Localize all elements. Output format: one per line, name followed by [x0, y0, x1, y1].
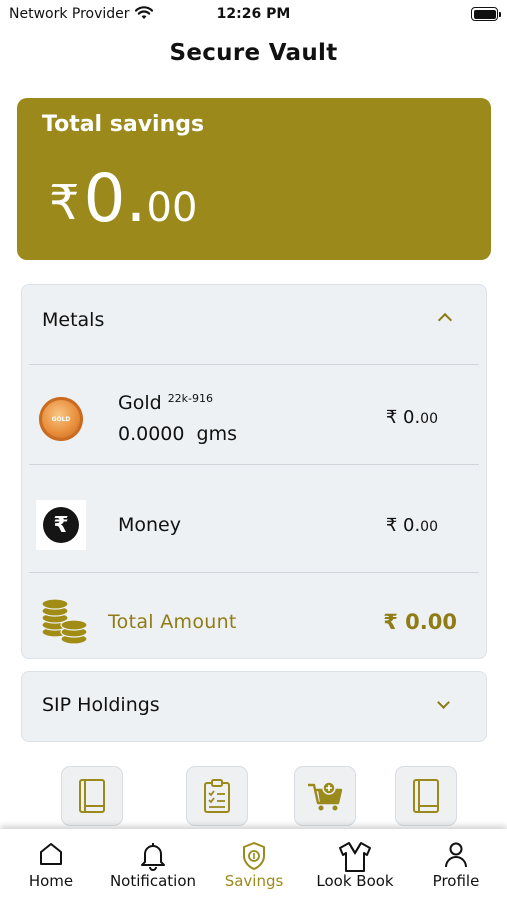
- currency-symbol: ₹: [49, 175, 80, 231]
- book-icon: [79, 779, 105, 813]
- total-savings-card: Total savings ₹0.00: [17, 98, 491, 260]
- quick-action-book-button[interactable]: [61, 766, 123, 826]
- gold-purity: 22k-916: [167, 392, 214, 405]
- home-icon: [40, 843, 62, 865]
- nav-label-notification: Notification: [109, 872, 197, 890]
- bottom-nav: Home Notification Savings Look Book Prof…: [0, 829, 507, 900]
- quick-action-clipboard-button[interactable]: [186, 766, 248, 826]
- nav-label-savings: Savings: [224, 872, 284, 890]
- shirt-icon: [339, 842, 371, 872]
- savings-badge-icon: [243, 842, 265, 870]
- nav-item-home[interactable]: Home: [18, 829, 84, 900]
- total-savings-amount: ₹0.00: [49, 160, 197, 237]
- savings-amount-integer: 0.: [83, 160, 147, 237]
- gold-value: ₹ 0.00: [385, 407, 438, 428]
- page-title: Secure Vault: [169, 40, 338, 66]
- sip-holdings-title: SIP Holdings: [42, 694, 160, 716]
- nav-label-profile: Profile: [432, 872, 480, 890]
- divider: [29, 464, 479, 465]
- divider: [29, 364, 479, 365]
- metals-title: Metals: [42, 309, 105, 331]
- book-icon: [413, 779, 439, 813]
- status-bar: Network Provider 12:26 PM: [0, 0, 507, 30]
- savings-amount-decimal: 00: [146, 185, 198, 231]
- status-time: 12:26 PM: [216, 6, 291, 22]
- gold-name: Gold 22k-916: [118, 392, 214, 414]
- chevron-down-icon[interactable]: [437, 696, 450, 709]
- coins-stack-icon: [41, 598, 88, 645]
- quick-action-cart-button[interactable]: [294, 766, 356, 826]
- battery-icon: [471, 7, 501, 21]
- metals-panel: Metals GOLD Gold 22k-916 0.0000 gms ₹ 0.0…: [21, 284, 487, 659]
- gold-quantity: 0.0000 gms: [118, 423, 237, 445]
- clipboard-checklist-icon: [204, 779, 230, 813]
- person-icon: [445, 842, 467, 868]
- cart-add-icon: [308, 781, 343, 811]
- money-icon: ₹: [36, 500, 86, 550]
- nav-item-profile[interactable]: Profile: [424, 829, 488, 900]
- nav-item-savings[interactable]: Savings: [219, 829, 289, 900]
- rupee-icon: ₹: [43, 507, 79, 543]
- nav-label-home: Home: [28, 872, 74, 890]
- quick-action-book-button-2[interactable]: [395, 766, 457, 826]
- money-name: Money: [118, 514, 181, 536]
- nav-label-look-book: Look Book: [316, 872, 394, 890]
- total-savings-label: Total savings: [42, 112, 205, 137]
- nav-item-look-book[interactable]: Look Book: [310, 829, 400, 900]
- total-amount-label: Total Amount: [108, 611, 237, 633]
- money-value: ₹ 0.00: [385, 515, 438, 536]
- sip-holdings-panel[interactable]: SIP Holdings: [21, 671, 487, 742]
- total-amount-value: ₹ 0.00: [383, 610, 457, 634]
- bell-icon: [141, 843, 165, 871]
- gold-coin-icon: GOLD: [39, 397, 83, 441]
- chevron-up-icon[interactable]: [437, 312, 453, 328]
- divider: [29, 572, 479, 573]
- nav-item-notification[interactable]: Notification: [103, 829, 203, 900]
